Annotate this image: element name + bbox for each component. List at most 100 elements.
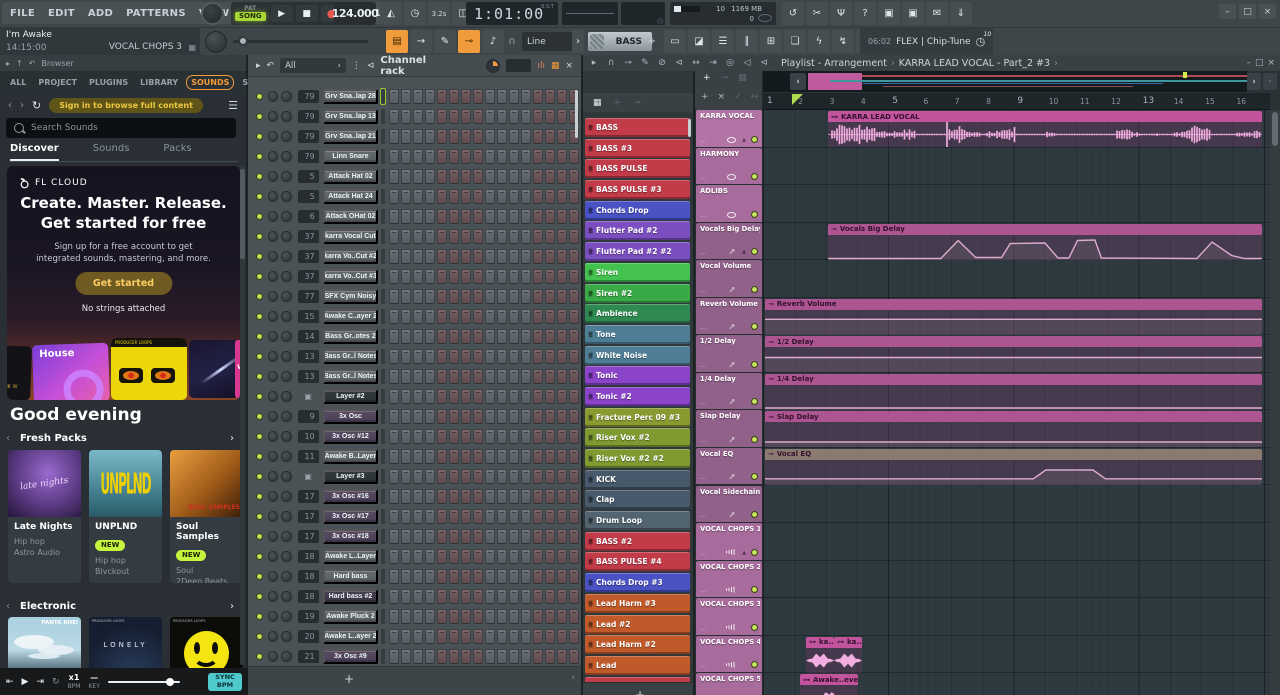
- step-button[interactable]: [509, 389, 519, 404]
- step-button[interactable]: [509, 569, 519, 584]
- step-button[interactable]: [509, 469, 519, 484]
- track-led[interactable]: [751, 361, 758, 368]
- browser-up-icon[interactable]: ↑: [16, 59, 23, 68]
- pack-card-unplnd[interactable]: UNPLND UNPLND NEW Hip hop Blvckout: [89, 450, 162, 583]
- step-button[interactable]: [485, 409, 495, 424]
- step-button[interactable]: [557, 349, 567, 364]
- step-button[interactable]: [521, 189, 531, 204]
- channel-target-number[interactable]: 18: [298, 590, 319, 603]
- channel-target-number[interactable]: 79: [298, 90, 319, 103]
- channel-target-number[interactable]: 17: [298, 530, 319, 543]
- picker-item[interactable]: ≣Fracture Perc 09 #3: [585, 408, 690, 427]
- step-button[interactable]: [461, 349, 471, 364]
- channel-button[interactable]: Bass Gr..otes 2: [323, 329, 379, 344]
- step-button[interactable]: [557, 649, 567, 664]
- channel-button[interactable]: Attack Hat 02: [323, 169, 379, 184]
- step-button[interactable]: [497, 249, 507, 264]
- step-button[interactable]: [497, 189, 507, 204]
- master-volume-knob[interactable]: [205, 31, 227, 53]
- step-button[interactable]: [533, 629, 543, 644]
- step-button[interactable]: [545, 369, 555, 384]
- channel-target-number[interactable]: 5: [298, 190, 319, 203]
- volume-knob[interactable]: [281, 311, 291, 322]
- step-button[interactable]: [497, 89, 507, 104]
- step-button[interactable]: [473, 649, 483, 664]
- track-header[interactable]: 1/2 Delay…⊸: [696, 335, 762, 372]
- step-button[interactable]: [557, 409, 567, 424]
- step-button[interactable]: [497, 229, 507, 244]
- step-button[interactable]: [521, 249, 531, 264]
- step-button[interactable]: [401, 189, 411, 204]
- step-button[interactable]: [497, 529, 507, 544]
- step-button[interactable]: [449, 649, 459, 664]
- toolbar-icon-3[interactable]: ∥: [736, 30, 758, 53]
- step-button[interactable]: [401, 269, 411, 284]
- channel-target-number[interactable]: 79: [298, 130, 319, 143]
- step-button[interactable]: [545, 229, 555, 244]
- picker-item[interactable]: ≣Chords Drop: [585, 201, 690, 220]
- step-button[interactable]: [413, 89, 423, 104]
- step-button[interactable]: [437, 209, 447, 224]
- track-options-icon[interactable]: …: [700, 287, 706, 294]
- step-button[interactable]: [449, 409, 459, 424]
- step-button[interactable]: [437, 129, 447, 144]
- step-button[interactable]: [437, 309, 447, 324]
- step-button[interactable]: [425, 209, 435, 224]
- step-button[interactable]: [545, 469, 555, 484]
- step-button[interactable]: [485, 569, 495, 584]
- step-button[interactable]: [401, 609, 411, 624]
- step-button[interactable]: [545, 489, 555, 504]
- track-header[interactable]: Vocals Big Delay…⊸▲: [696, 223, 762, 260]
- step-button[interactable]: [533, 509, 543, 524]
- step-button[interactable]: [473, 209, 483, 224]
- step-button[interactable]: [461, 409, 471, 424]
- picker-item[interactable]: ≣Flutter Pad #2 #2: [585, 242, 690, 261]
- track-lane[interactable]: [763, 486, 1270, 524]
- step-button[interactable]: [509, 149, 519, 164]
- step-button[interactable]: [533, 529, 543, 544]
- step-button[interactable]: [533, 109, 543, 124]
- step-button[interactable]: [473, 269, 483, 284]
- channel-target-number[interactable]: 15: [298, 310, 319, 323]
- step-button[interactable]: [485, 89, 495, 104]
- pan-knob[interactable]: [268, 271, 278, 282]
- step-button[interactable]: [389, 249, 399, 264]
- volume-knob[interactable]: [281, 251, 291, 262]
- step-button[interactable]: [425, 449, 435, 464]
- step-button[interactable]: [401, 529, 411, 544]
- channel-led[interactable]: [256, 213, 263, 220]
- step-button[interactable]: [485, 469, 495, 484]
- track-options-icon[interactable]: …: [700, 137, 706, 144]
- step-button[interactable]: [485, 449, 495, 464]
- cr-play-icon[interactable]: ▸: [256, 61, 261, 71]
- step-button[interactable]: [521, 429, 531, 444]
- step-button[interactable]: [413, 449, 423, 464]
- step-button[interactable]: [413, 229, 423, 244]
- step-button[interactable]: [533, 649, 543, 664]
- pattern-clips-icon[interactable]: ▦: [738, 73, 747, 83]
- step-button[interactable]: [569, 289, 579, 304]
- pointer-tool-icon[interactable]: →: [410, 30, 432, 53]
- step-button[interactable]: [509, 269, 519, 284]
- step-button[interactable]: [545, 249, 555, 264]
- pattern-selector[interactable]: BASS: [588, 32, 652, 51]
- track-lane[interactable]: [763, 523, 1270, 561]
- pan-knob[interactable]: [268, 211, 278, 222]
- pan-knob[interactable]: [268, 471, 279, 482]
- step-button[interactable]: [413, 369, 423, 384]
- step-button[interactable]: [509, 589, 519, 604]
- step-button[interactable]: [425, 129, 435, 144]
- step-button[interactable]: [425, 389, 435, 404]
- step-button[interactable]: [389, 149, 399, 164]
- channel-button[interactable]: 3x Osc #12: [323, 429, 379, 444]
- volume-knob[interactable]: [281, 571, 291, 582]
- step-button[interactable]: [425, 369, 435, 384]
- step-button[interactable]: [485, 229, 495, 244]
- step-button[interactable]: [533, 149, 543, 164]
- cut-tool-icon[interactable]: ✂: [806, 2, 828, 25]
- step-button[interactable]: [557, 549, 567, 564]
- step-button[interactable]: [545, 649, 555, 664]
- help-icon[interactable]: ?: [854, 2, 876, 25]
- browser-tab-project[interactable]: PROJECT: [34, 76, 81, 89]
- step-button[interactable]: [461, 329, 471, 344]
